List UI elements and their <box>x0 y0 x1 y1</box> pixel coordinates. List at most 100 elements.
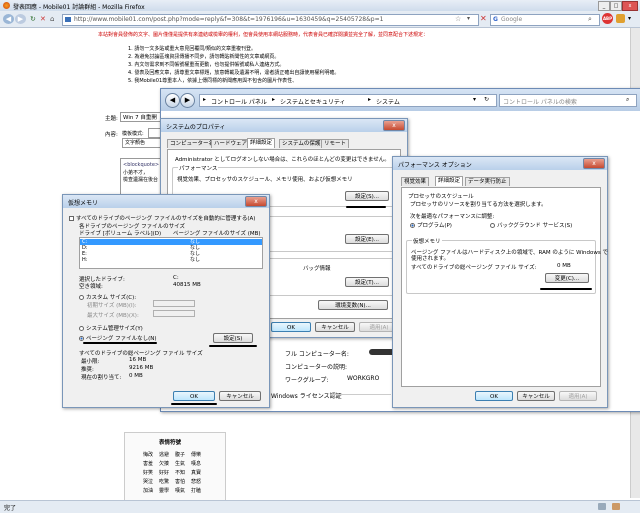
startup-settings-button[interactable]: 設定(T)... <box>345 277 389 287</box>
quote-tag: <blockquote> <box>123 162 160 168</box>
tab-visual-effects[interactable]: 視覚効果 <box>401 177 430 186</box>
firefox-navbar: ◀ ▶ ↻ ✕ ⌂ http://www.mobile01.com/post.p… <box>0 12 640 28</box>
addon-menu-icon[interactable]: ▾ <box>628 15 631 22</box>
emoticon-link[interactable]: 哭泣 <box>143 478 153 485</box>
breadcrumb-sep-1: ▸ <box>203 96 207 103</box>
content-label: 內容: <box>105 132 118 138</box>
emoticon-link[interactable]: 嘆息 <box>191 460 201 467</box>
status-text: 完了 <box>4 505 17 512</box>
tab-system-protection[interactable]: システムの保護 <box>279 139 324 148</box>
emoticon-link[interactable]: 不知 <box>175 469 185 476</box>
tab-dep[interactable]: データ実行防止 <box>465 177 510 186</box>
custom-size-radio[interactable]: カスタム サイズ(C): <box>79 293 136 301</box>
tab-advanced[interactable]: 詳細設定 <box>247 138 276 148</box>
emoticon-link[interactable]: 傳樂 <box>191 451 201 458</box>
maximize-button[interactable]: □ <box>610 1 622 11</box>
emoticon-link[interactable]: 好好 <box>159 469 169 476</box>
emoticon-link[interactable]: 好笑 <box>143 469 153 476</box>
google-icon: G <box>493 16 498 23</box>
addon-icon[interactable] <box>616 14 625 23</box>
emoticon-link[interactable]: 悔改 <box>143 451 153 458</box>
back-nav-button[interactable]: ◀ <box>165 93 180 108</box>
refresh-icon[interactable]: ↻ <box>484 96 489 103</box>
workgroup-value: WORKGRO <box>347 375 380 382</box>
search-box[interactable]: G Google ⌕ <box>490 14 600 26</box>
color-label: 文字顏色 <box>125 140 146 146</box>
initial-size-input[interactable] <box>153 300 195 307</box>
search-icon[interactable]: ⌕ <box>588 15 592 24</box>
back-button[interactable]: ◀ <box>3 14 14 24</box>
url-dropdown-icon[interactable]: ▾ <box>467 15 470 22</box>
performance-settings-button[interactable]: 設定(S)... <box>345 191 389 201</box>
breadcrumb-bar[interactable]: ▸ コントロール パネル ▸ システムとセキュリティ ▸ システム ▾ ↻ <box>199 94 497 107</box>
emoticon-link[interactable]: 腹子 <box>175 451 185 458</box>
virtual-memory-cancel-button[interactable]: キャンセル <box>219 391 261 401</box>
performance-options-ok-button[interactable]: OK <box>475 391 513 401</box>
environment-variables-button[interactable]: 環境変数(N)... <box>318 300 388 310</box>
max-size-input[interactable] <box>153 310 195 317</box>
control-panel-search-icon: ⌕ <box>626 96 630 103</box>
emoticon-link[interactable]: 悲怒 <box>191 478 201 485</box>
url-bar[interactable]: http://www.mobile01.com/post.php?mode=re… <box>62 14 479 26</box>
url-text: http://www.mobile01.com/post.php?mode=re… <box>74 16 384 23</box>
emoticon-link[interactable]: 嘆氣 <box>175 487 185 494</box>
drive-list[interactable]: C: なし D: なし E: なし H: なし <box>79 237 263 269</box>
breadcrumb-sep-2: ▸ <box>272 96 276 103</box>
system-properties-close-button[interactable]: x <box>383 120 405 131</box>
tab-hardware[interactable]: ハードウェア <box>211 139 251 148</box>
breadcrumb-control-panel[interactable]: コントロール パネル <box>211 97 267 106</box>
emoticon-link[interactable]: 害羞 <box>143 460 153 467</box>
emoticon-link[interactable]: 欠揍 <box>159 460 169 467</box>
tab-computer-name[interactable]: コンピューター名 <box>167 139 218 148</box>
virtual-memory-ok-button[interactable]: OK <box>173 391 215 401</box>
close-button[interactable]: x <box>622 1 638 11</box>
emoticon-link[interactable]: 真寶 <box>191 469 201 476</box>
performance-options-close-button[interactable]: x <box>583 158 605 169</box>
virtual-memory-close-button[interactable]: x <box>245 196 267 207</box>
virtual-memory-dialog: 仮想メモリ x すべてのドライブのページング ファイルのサイズを自動的に管理する… <box>62 194 270 408</box>
emoticon-link[interactable]: 生氣 <box>175 460 185 467</box>
emoticon-link[interactable]: 打瞌 <box>191 487 201 494</box>
breadcrumb-dropdown-icon[interactable]: ▾ <box>473 96 476 103</box>
no-paging-radio[interactable]: ページング ファイルなし(N) <box>79 334 157 342</box>
auto-manage-checkbox[interactable]: すべてのドライブのページング ファイルのサイズを自動的に管理する(A) <box>69 214 255 222</box>
emoticon-link[interactable]: 吃驚 <box>159 478 169 485</box>
performance-options-cancel-button[interactable]: キャンセル <box>517 391 555 401</box>
firefox-title: 發表回應 - Mobile01 討論群組 - Mozilla Firefox <box>13 4 145 11</box>
emoticon-link[interactable]: 加油 <box>143 487 153 494</box>
min-value: 16 MB <box>129 357 147 363</box>
programs-radio[interactable]: プログラム(P) <box>410 221 452 229</box>
minimize-button[interactable]: _ <box>598 1 610 11</box>
forward-nav-button[interactable]: ▶ <box>180 93 195 108</box>
system-managed-radio[interactable]: システム管理サイズ(Y) <box>79 324 143 332</box>
color-select[interactable]: 文字顏色 <box>122 138 164 148</box>
user-profiles-settings-button[interactable]: 設定(E)... <box>345 234 389 244</box>
tab-perf-advanced[interactable]: 詳細設定 <box>435 176 464 186</box>
adblock-icon[interactable]: ABP <box>602 13 613 24</box>
tab-remote[interactable]: リモート <box>321 139 350 148</box>
drive-row[interactable]: H: なし <box>80 257 262 263</box>
control-panel-search[interactable]: コントロール パネルの検索 ⌕ <box>499 94 637 107</box>
bookmark-star-icon[interactable]: ☆ <box>455 15 461 23</box>
go-icon[interactable]: ✕ <box>480 14 487 23</box>
system-properties-ok-button[interactable]: OK <box>271 322 311 332</box>
breadcrumb-security[interactable]: システムとセキュリティ <box>280 97 345 106</box>
stop-icon[interactable]: ✕ <box>40 15 46 23</box>
change-button[interactable]: 変更(C)... <box>545 273 589 283</box>
breadcrumb-system[interactable]: システム <box>376 97 400 106</box>
license-label: Windows ライセンス認証 <box>271 393 342 400</box>
change-button-underline <box>540 288 592 290</box>
home-icon[interactable]: ⌂ <box>50 15 54 23</box>
background-radio[interactable]: バックグラウンド サービス(S) <box>490 221 572 229</box>
set-button[interactable]: 設定(S) <box>213 333 253 343</box>
emoticon-link[interactable]: 害怕 <box>175 478 185 485</box>
system-properties-cancel-button[interactable]: キャンセル <box>315 322 355 332</box>
vm-title: 仮想メモリ <box>412 237 442 245</box>
emoticon-link[interactable]: 逃避 <box>159 451 169 458</box>
reload-icon[interactable]: ↻ <box>30 15 36 23</box>
sched-desc: プロセッサのリソースを割り当てる方法を選択します。 <box>410 202 547 208</box>
emoticon-link[interactable]: 靈學 <box>159 487 169 494</box>
forward-button[interactable]: ▶ <box>15 14 26 24</box>
performance-options-apply-button[interactable]: 適用(A) <box>559 391 597 401</box>
breadcrumb-sep-3: ▸ <box>368 96 372 103</box>
